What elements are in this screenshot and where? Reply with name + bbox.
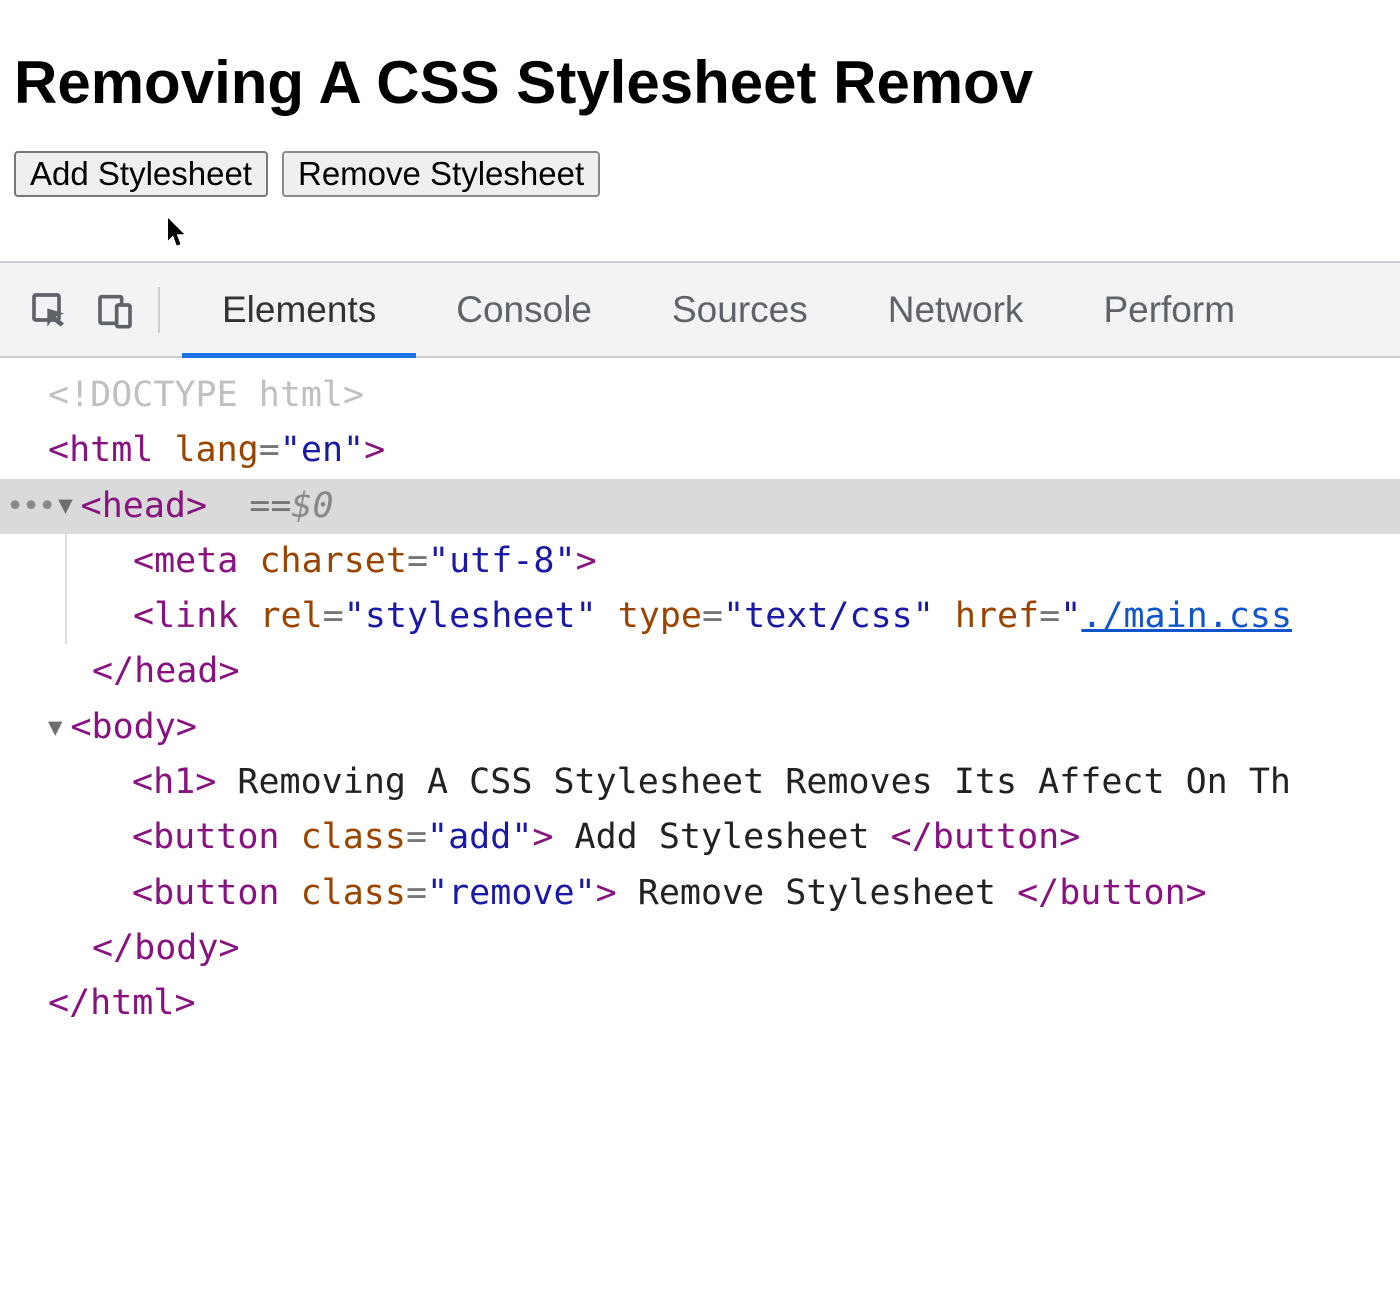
tab-elements[interactable]: Elements: [182, 263, 416, 356]
dom-meta[interactable]: <meta charset="utf-8">: [67, 534, 1400, 589]
page-heading: Removing A CSS Stylesheet Remov: [14, 48, 1386, 117]
inspect-icon[interactable]: [28, 290, 70, 330]
dom-body-close[interactable]: </body>: [0, 921, 1400, 976]
mouse-cursor-icon: [167, 218, 189, 248]
dom-head-children: <meta charset="utf-8"> <link rel="styles…: [65, 534, 1400, 645]
tab-network[interactable]: Network: [848, 263, 1064, 356]
dom-html-open[interactable]: <html lang="en">: [0, 423, 1400, 478]
collapse-triangle-icon[interactable]: ▼: [58, 487, 72, 525]
dom-head-selected[interactable]: ••• ▼ <head> == $0: [0, 479, 1400, 534]
stylesheet-href-link[interactable]: ./main.css: [1081, 596, 1292, 636]
elements-tree[interactable]: <!DOCTYPE html> <html lang="en"> ••• ▼ <…: [0, 358, 1400, 1032]
add-stylesheet-button[interactable]: Add Stylesheet: [14, 151, 268, 197]
dom-button-add[interactable]: <button class="add"> Add Stylesheet </bu…: [0, 810, 1400, 865]
device-toggle-icon[interactable]: [94, 290, 136, 330]
dom-doctype[interactable]: <!DOCTYPE html>: [0, 368, 1400, 423]
dom-button-remove[interactable]: <button class="remove"> Remove Styleshee…: [0, 866, 1400, 921]
ellipsis-icon[interactable]: •••: [6, 483, 54, 530]
tab-console[interactable]: Console: [416, 263, 632, 356]
tab-sources[interactable]: Sources: [632, 263, 848, 356]
collapse-triangle-icon[interactable]: ▼: [48, 709, 62, 747]
devtools-panel: Elements Console Sources Network Perform…: [0, 261, 1400, 1032]
devtools-tabbar: Elements Console Sources Network Perform: [0, 261, 1400, 358]
remove-stylesheet-button[interactable]: Remove Stylesheet: [282, 151, 600, 197]
dom-link[interactable]: <link rel="stylesheet" type="text/css" h…: [67, 589, 1400, 644]
tabbar-divider: [158, 287, 160, 333]
rendered-page: Removing A CSS Stylesheet Remov Add Styl…: [0, 48, 1400, 197]
tab-performance[interactable]: Perform: [1063, 263, 1275, 356]
dom-body-open[interactable]: ▼ <body>: [0, 700, 1400, 755]
dom-head-close[interactable]: </head>: [0, 644, 1400, 699]
dom-html-close[interactable]: </html>: [0, 976, 1400, 1031]
dom-h1[interactable]: <h1> Removing A CSS Stylesheet Removes I…: [0, 755, 1400, 810]
button-row: Add Stylesheet Remove Stylesheet: [14, 151, 1386, 197]
